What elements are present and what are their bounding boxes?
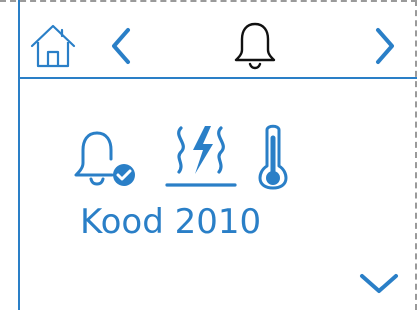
chevron-right-icon <box>372 26 398 66</box>
home-icon <box>28 22 78 70</box>
floor-heating-indicator <box>163 122 239 192</box>
header-divider <box>18 77 417 79</box>
chevron-left-icon <box>108 26 134 66</box>
forward-button[interactable] <box>372 26 398 66</box>
back-button[interactable] <box>108 26 134 66</box>
frame-left-border <box>18 0 20 310</box>
chevron-down-icon <box>358 270 400 296</box>
notifications-button[interactable] <box>232 20 278 70</box>
thermometer-icon <box>258 122 288 190</box>
alarm-acknowledged-indicator <box>72 127 138 191</box>
floor-heating-icon <box>163 122 239 192</box>
device-screen: Kood 2010 <box>0 0 417 310</box>
bell-icon <box>232 20 278 70</box>
bell-check-icon <box>72 127 138 191</box>
screen-edge-top <box>0 0 417 2</box>
home-button[interactable] <box>28 22 78 70</box>
temperature-indicator <box>258 122 288 190</box>
expand-button[interactable] <box>358 270 400 296</box>
status-code-label: Kood 2010 <box>80 202 262 242</box>
